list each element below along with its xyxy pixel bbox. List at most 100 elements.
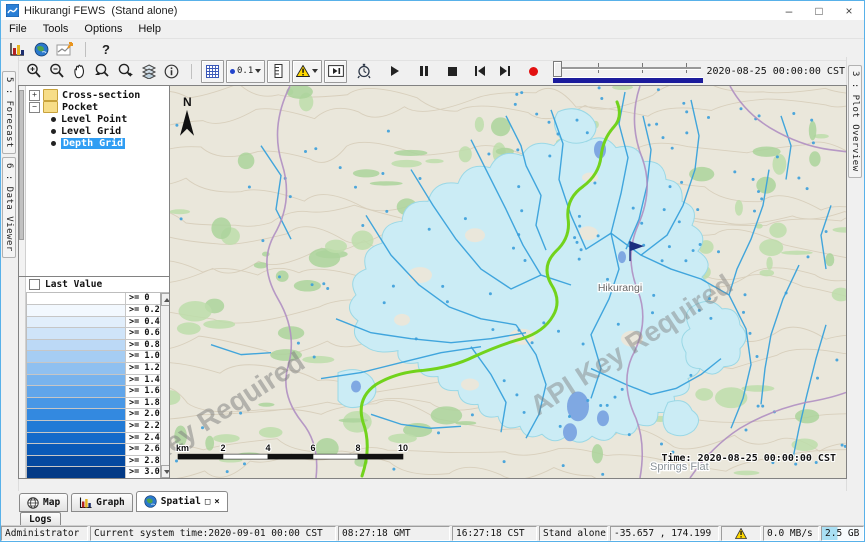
- stop-button[interactable]: [442, 61, 463, 82]
- time-slider-thumb[interactable]: [553, 61, 562, 77]
- scroll-down-icon[interactable]: [161, 465, 169, 478]
- menu-bar: File Tools Options Help: [1, 20, 864, 39]
- expand-icon[interactable]: +: [29, 90, 40, 101]
- title-bar[interactable]: Hikurangi FEWS (Stand alone) – □ ×: [1, 1, 864, 20]
- tree-node-pocket[interactable]: − Pocket: [29, 101, 169, 113]
- hand-icon: [72, 63, 87, 79]
- status-warning-cell[interactable]: [721, 526, 761, 541]
- legend-row[interactable]: >= 1.2: [27, 363, 160, 375]
- legend-row[interactable]: >= 2.8: [27, 456, 160, 468]
- wireframe-globe-icon: [27, 497, 39, 509]
- status-throughput: 0.0 MB/s: [763, 526, 819, 541]
- tab-map[interactable]: Map: [19, 493, 68, 512]
- tab-plot-overview[interactable]: 3 : Plot Overview: [848, 65, 862, 178]
- legend-panel: Last Value >= 0>= 0.2>= 0.4>= 0.6>= 0.8>…: [19, 277, 169, 478]
- play-button[interactable]: [384, 61, 405, 82]
- zoom-next-button[interactable]: [115, 61, 136, 82]
- legend-header: Last Value: [26, 277, 169, 293]
- record-button[interactable]: [523, 61, 544, 82]
- legend-row[interactable]: >= 0.4: [27, 317, 160, 329]
- legend-color-swatch: [27, 375, 126, 386]
- step-back-icon: [475, 66, 485, 76]
- bar-chart-icon: [79, 497, 92, 509]
- last-value-label: Last Value: [45, 279, 102, 290]
- chart-export-icon: [56, 42, 74, 57]
- layers-button[interactable]: [138, 61, 159, 82]
- grid-display-button[interactable]: [201, 60, 224, 83]
- toolbar-separator: [85, 42, 86, 57]
- animation-settings-button[interactable]: [353, 61, 374, 82]
- tree-node-depth-grid[interactable]: Depth Grid: [29, 137, 169, 149]
- legend-row-label: >= 1.0: [126, 351, 160, 362]
- legend-row[interactable]: >= 0.8: [27, 340, 160, 352]
- pause-button[interactable]: [413, 61, 434, 82]
- close-button[interactable]: ×: [834, 1, 864, 20]
- last-value-checkbox[interactable]: [29, 279, 40, 290]
- legend-row[interactable]: >= 3.0: [27, 467, 160, 478]
- zoom-previous-button[interactable]: [92, 61, 113, 82]
- map-canvas[interactable]: API Key Required API Key Required Hikura…: [170, 86, 846, 478]
- scroll-up-icon[interactable]: [161, 293, 169, 306]
- tree-node-level-grid[interactable]: Level Grid: [29, 125, 169, 137]
- info-button[interactable]: [161, 61, 182, 82]
- tab-forecast[interactable]: 5 : Forecast: [2, 71, 16, 154]
- legend-color-swatch: [27, 386, 126, 397]
- legend-row[interactable]: >= 2.4: [27, 433, 160, 445]
- minimize-button[interactable]: –: [774, 1, 804, 20]
- time-slider[interactable]: [553, 59, 702, 83]
- scale-tick-label: 8: [355, 443, 360, 453]
- step-forward-icon: [500, 66, 510, 76]
- info-icon: [164, 64, 179, 79]
- legend-row[interactable]: >= 1.8: [27, 398, 160, 410]
- scale-bar-button[interactable]: [267, 60, 290, 83]
- menu-tools[interactable]: Tools: [35, 23, 77, 35]
- tree-node-cross-section[interactable]: + Cross-section: [29, 89, 169, 101]
- class-break-dot-icon: [230, 69, 235, 74]
- class-break-dropdown[interactable]: 0.1: [226, 60, 265, 83]
- collapse-icon[interactable]: −: [29, 102, 40, 113]
- legend-row-label: >= 3.0: [126, 467, 160, 478]
- legend-row[interactable]: >= 2.6: [27, 444, 160, 456]
- legend-row-label: >= 2.6: [126, 444, 160, 455]
- movie-player-button[interactable]: [324, 60, 347, 83]
- legend-color-swatch: [27, 433, 126, 444]
- tree-node-level-point[interactable]: Level Point: [29, 113, 169, 125]
- legend-scrollbar[interactable]: [160, 293, 169, 478]
- bar-chart-icon: [9, 42, 25, 57]
- step-forward-button[interactable]: [494, 61, 515, 82]
- stopwatch-icon: [356, 63, 372, 79]
- legend-row[interactable]: >= 2.0: [27, 409, 160, 421]
- tab-spatial-active[interactable]: Spatial □ ×: [136, 491, 228, 512]
- legend-row[interactable]: >= 2.2: [27, 421, 160, 433]
- maximize-button[interactable]: □: [804, 1, 834, 20]
- legend-row[interactable]: >= 0.2: [27, 305, 160, 317]
- legend-row[interactable]: >= 1.6: [27, 386, 160, 398]
- zoom-in-button[interactable]: [23, 61, 44, 82]
- legend-row[interactable]: >= 0.6: [27, 328, 160, 340]
- legend-color-swatch: [27, 351, 126, 362]
- zoom-out-button[interactable]: [46, 61, 67, 82]
- pan-button[interactable]: [69, 61, 90, 82]
- map-panel[interactable]: API Key Required API Key Required Hikura…: [170, 85, 847, 479]
- folder-icon: [43, 101, 58, 113]
- tab-graph[interactable]: Graph: [71, 493, 133, 512]
- window-title: Hikurangi FEWS (Stand alone): [24, 5, 177, 17]
- class-break-value: 0.1: [237, 66, 253, 76]
- tab-close-icon[interactable]: ×: [214, 497, 219, 507]
- scale-tick-label: 4: [265, 443, 270, 453]
- tab-maximize-icon[interactable]: □: [205, 497, 210, 507]
- legend-row[interactable]: >= 0: [27, 293, 160, 305]
- threshold-warning-dropdown[interactable]: [292, 60, 322, 83]
- legend-row[interactable]: >= 1.0: [27, 351, 160, 363]
- menu-help[interactable]: Help: [130, 23, 169, 35]
- bottom-tab-bar: Map Graph Spatial □ ×: [19, 491, 228, 512]
- tab-data-viewer[interactable]: 6 : Data Viewer: [2, 157, 16, 258]
- map-time-overlay: Time: 2020-08-25 00:00:00 CST: [661, 452, 836, 464]
- right-tab-strip: 3 : Plot Overview: [846, 57, 864, 491]
- legend-color-swatch: [27, 305, 126, 316]
- legend-row[interactable]: >= 1.4: [27, 375, 160, 387]
- menu-file[interactable]: File: [1, 23, 35, 35]
- town-label: Hikurangi: [598, 283, 642, 294]
- step-back-button[interactable]: [469, 61, 490, 82]
- menu-options[interactable]: Options: [76, 23, 130, 35]
